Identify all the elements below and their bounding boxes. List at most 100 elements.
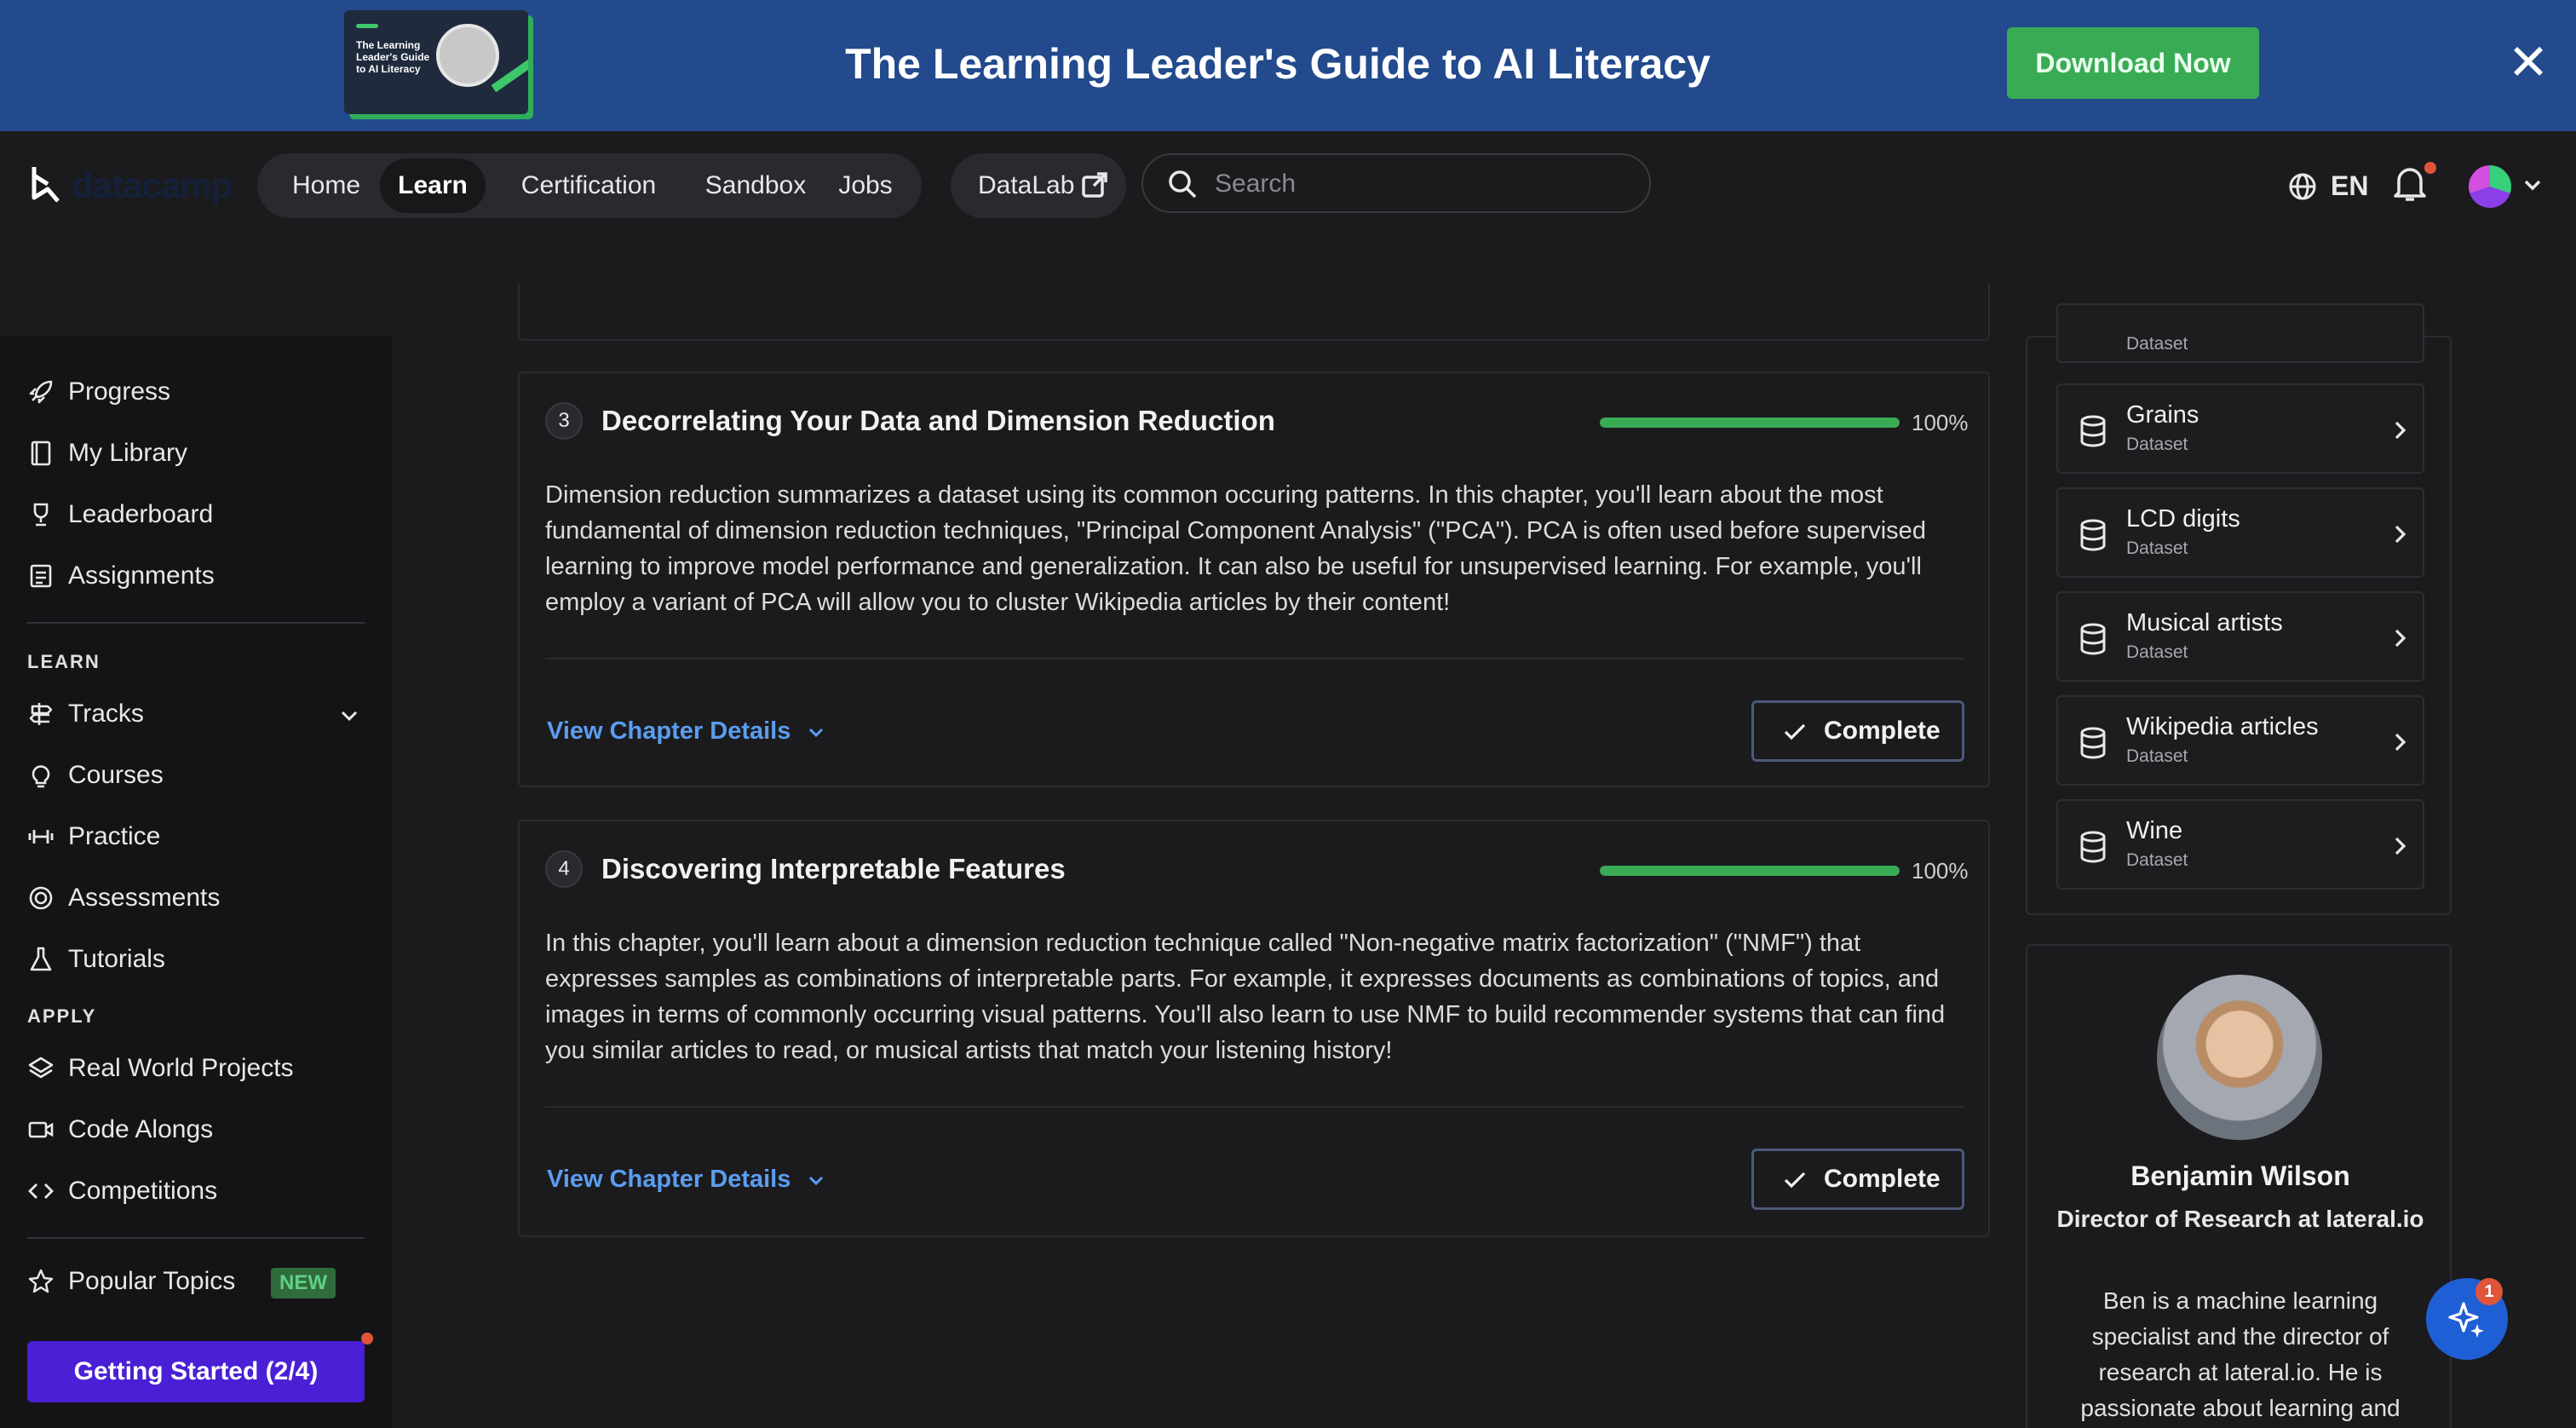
datalab-link[interactable]: DataLab [951,153,1126,218]
datacamp-logo[interactable]: datacamp [29,160,233,211]
ai-assistant-button[interactable]: 1 [2426,1278,2508,1360]
instructor-bio: Ben is a machine learning specialist and… [2080,1287,2401,1421]
sidebar: Progress My Library Leaderboard Assignme… [0,336,392,1428]
external-link-icon [1082,172,1107,198]
nav-learn[interactable]: Learn [380,158,486,213]
sidebar-item-label: Assignments [68,561,215,590]
database-icon [2080,623,2106,655]
getting-started-button[interactable]: Getting Started (2/4) [27,1341,365,1402]
language-label: EN [2331,170,2369,201]
database-icon [2080,831,2106,863]
sidebar-item-tracks[interactable]: Tracks [27,688,368,740]
dataset-name: Grains [2126,401,2199,429]
chapter-card-previous [518,281,1990,341]
app-root: The Learning Leader's Guide to AI Litera… [0,0,2576,1428]
language-selector[interactable]: EN [2283,160,2377,211]
sidebar-item-label: Practice [68,822,161,850]
sidebar-item-leaderboard[interactable]: Leaderboard [27,489,368,540]
new-badge: NEW [271,1268,336,1298]
notifications-button[interactable] [2392,162,2436,210]
sidebar-item-courses[interactable]: Courses [27,750,368,801]
download-now-button[interactable]: Download Now [2007,27,2259,99]
dataset-type: Dataset [2126,850,2188,870]
chapter-progress-label: 100% [1912,410,1969,435]
sidebar-item-competitions[interactable]: Competitions [27,1166,368,1217]
dataset-type: Dataset [2126,435,2188,454]
chevron-right-icon [2395,421,2406,440]
database-icon [2080,727,2106,759]
sidebar-item-label: Progress [68,377,171,406]
dumbbell-icon [28,830,54,844]
chapter-progress-bar [1600,417,1900,428]
sidebar-divider [27,622,365,624]
book-icon [31,440,51,466]
dataset-item[interactable]: Musical artists Dataset [2056,591,2424,682]
chapter-divider [545,1106,1964,1108]
chevron-down-icon[interactable] [337,704,361,728]
view-chapter-details-link[interactable]: View Chapter Details [547,1162,824,1196]
search-input[interactable] [1215,164,1624,204]
chevron-down-icon [808,1176,824,1186]
instructor-role: Director of Research at lateral.io [2056,1206,2424,1232]
guide-thumbnail[interactable]: The Learning Leader's Guide to AI Litera… [344,10,528,114]
sidebar-item-label: Competitions [68,1177,218,1205]
nav-certification[interactable]: Certification [494,158,683,213]
dataset-item[interactable]: LCD digits Dataset [2056,487,2424,578]
dataset-item-partial[interactable]: Dataset [2056,303,2424,363]
lightbulb-icon [32,765,50,788]
signpost-icon [29,703,53,725]
dataset-item[interactable]: Wine Dataset [2056,799,2424,890]
database-icon [2080,519,2106,551]
dataset-item[interactable]: Grains Dataset [2056,383,2424,474]
sidebar-item-progress[interactable]: Progress [27,366,368,417]
sidebar-item-assignments[interactable]: Assignments [27,550,368,602]
database-icon [2080,415,2106,447]
datacamp-logo-icon [32,167,60,203]
bell-icon [2394,168,2426,201]
nav-home[interactable]: Home [273,158,380,213]
search-box[interactable] [1141,153,1651,213]
datasets-panel: Dataset Grains Dataset LCD digits Datase… [2026,303,2452,915]
instructor-name[interactable]: Benjamin Wilson [2027,1157,2453,1195]
view-chapter-details-link[interactable]: View Chapter Details [547,714,824,748]
sidebar-item-assessments[interactable]: Assessments [27,872,368,924]
chevron-right-icon [2395,629,2406,648]
view-chapter-details-label: View Chapter Details [547,717,791,745]
sidebar-item-tutorials[interactable]: Tutorials [27,934,368,985]
layers-icon [28,1057,54,1079]
view-chapter-details-label: View Chapter Details [547,1166,791,1193]
complete-status-button[interactable]: Complete [1751,1149,1964,1210]
video-icon [28,1121,54,1138]
chapter-number: 4 [545,850,583,888]
sidebar-item-label: Leaderboard [68,500,214,528]
close-icon[interactable]: ✕ [2501,31,2556,95]
chapter-card: 4 Discovering Interpretable Features 100… [518,820,1990,1237]
sidebar-item-practice[interactable]: Practice [27,811,368,862]
chapter-title: Decorrelating Your Data and Dimension Re… [601,405,1275,436]
sidebar-item-popular-topics[interactable]: Popular Topics NEW [27,1256,368,1307]
sidebar-item-label: Tracks [68,700,144,728]
avatar[interactable] [2469,165,2511,208]
chapter-description: Dimension reduction summarizes a dataset… [545,481,1926,616]
sidebar-heading-apply: APPLY [27,1005,97,1027]
clipboard-icon [30,564,52,588]
complete-status-button[interactable]: Complete [1751,700,1964,762]
dataset-item[interactable]: Wikipedia articles Dataset [2056,695,2424,786]
sidebar-heading-learn: LEARN [27,651,101,672]
sidebar-item-label: Courses [68,761,164,789]
sidebar-item-my-library[interactable]: My Library [27,428,368,479]
nav-jobs[interactable]: Jobs [823,158,908,213]
chapter-number: 3 [545,402,583,440]
globe-icon [2289,173,2316,200]
promo-banner: The Learning Leader's Guide to AI Litera… [0,0,2576,131]
nav-sandbox[interactable]: Sandbox [692,158,819,213]
getting-started-dot [361,1333,373,1345]
sidebar-item-code-alongs[interactable]: Code Alongs [27,1104,368,1155]
sidebar-item-real-world-projects[interactable]: Real World Projects [27,1043,368,1094]
sidebar-divider [27,1237,365,1239]
chevron-down-icon[interactable] [2520,172,2545,198]
sidebar-item-label: Popular Topics [68,1267,236,1295]
flask-icon [30,947,52,971]
dataset-name: Wikipedia articles [2126,713,2319,740]
notification-dot [2424,162,2436,174]
